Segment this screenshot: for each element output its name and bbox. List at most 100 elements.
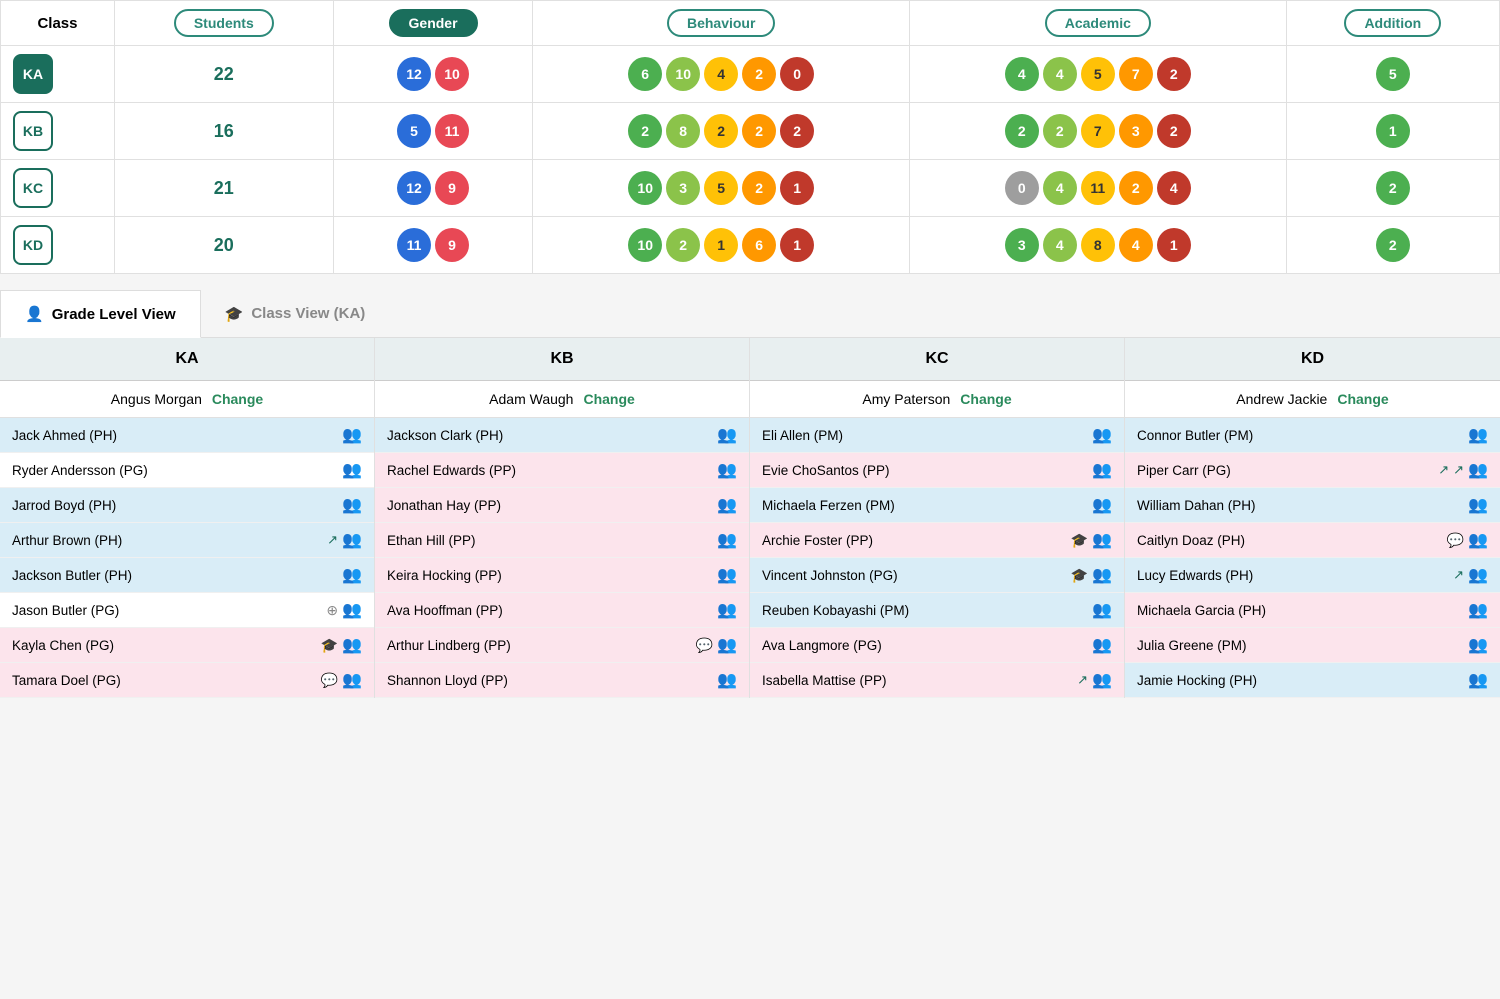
group-icon: 👥 xyxy=(1092,635,1112,655)
student-name: Shannon Lloyd (PP) xyxy=(387,673,508,688)
student-icons: 👥 xyxy=(1092,425,1112,445)
group-icon: 👥 xyxy=(342,425,362,445)
list-item[interactable]: William Dahan (PH) 👥 xyxy=(1125,488,1500,523)
gender-circle: 12 xyxy=(397,171,431,205)
gender-btn[interactable]: Gender xyxy=(389,9,478,37)
list-item[interactable]: Vincent Johnston (PG)🎓👥 xyxy=(750,558,1124,593)
gender-header[interactable]: Gender xyxy=(333,1,533,46)
list-item[interactable]: Ava Hooffman (PP)👥 xyxy=(375,593,749,628)
list-item[interactable]: Ava Langmore (PG)👥 xyxy=(750,628,1124,663)
group-icon: 👥 xyxy=(1092,460,1112,480)
group-icon: 👥 xyxy=(342,600,362,620)
group-icon: 👥 xyxy=(1092,565,1112,585)
list-item[interactable]: Michaela Garcia (PH)👥 xyxy=(1125,593,1500,628)
list-item[interactable]: Julia Greene (PM)👥 xyxy=(1125,628,1500,663)
behaviour-circle: 8 xyxy=(666,114,700,148)
list-item[interactable]: Arthur Lindberg (PP)💬👥 xyxy=(375,628,749,663)
list-item[interactable]: Tamara Doel (PG)💬👥 xyxy=(0,663,374,698)
list-item[interactable]: Jamie Hocking (PH)👥 xyxy=(1125,663,1500,698)
student-name: William Dahan (PH) xyxy=(1137,498,1256,513)
group-icon: 👥 xyxy=(717,495,737,515)
list-item[interactable]: Jason Butler (PG) ⊕👥 xyxy=(0,593,374,628)
list-item[interactable]: Jonathan Hay (PP)👥 xyxy=(375,488,749,523)
student-name: Ethan Hill (PP) xyxy=(387,533,476,548)
group-icon: 👥 xyxy=(342,460,362,480)
group-icon: 👥 xyxy=(1468,495,1488,515)
behaviour-circle: 6 xyxy=(742,228,776,262)
group-icon: 👥 xyxy=(342,635,362,655)
list-item[interactable]: Piper Carr (PG)↗↗👥 xyxy=(1125,453,1500,488)
student-count: 16 xyxy=(214,121,234,141)
list-item[interactable]: Eli Allen (PM)👥 xyxy=(750,418,1124,453)
student-name: Ava Hooffman (PP) xyxy=(387,603,503,618)
list-item[interactable]: Jackson Butler (PH) 👥 xyxy=(0,558,374,593)
list-item[interactable]: Connor Butler (PM)👥 xyxy=(1125,418,1500,453)
behaviour-circle: 2 xyxy=(666,228,700,262)
group-icon: 👥 xyxy=(342,565,362,585)
academic-btn[interactable]: Academic xyxy=(1045,9,1151,37)
student-name: Jackson Butler (PH) xyxy=(12,568,132,583)
list-item[interactable]: Jarrod Boyd (PH) 👥 xyxy=(0,488,374,523)
gender-circle: 11 xyxy=(435,114,469,148)
change-link[interactable]: Change xyxy=(212,391,263,407)
list-item[interactable]: Evie ChoSantos (PP)👥 xyxy=(750,453,1124,488)
behaviour-circle: 1 xyxy=(780,171,814,205)
list-item[interactable]: Archie Foster (PP)🎓👥 xyxy=(750,523,1124,558)
additional-btn[interactable]: Addition xyxy=(1344,9,1441,37)
student-icons: 👥 xyxy=(1468,670,1488,690)
student-icons: 🎓👥 xyxy=(321,635,362,655)
group-icon: 👥 xyxy=(1092,495,1112,515)
gender-circle: 9 xyxy=(435,228,469,262)
gender-circle: 11 xyxy=(397,228,431,262)
group-icon: 👥 xyxy=(717,635,737,655)
student-name: Jason Butler (PG) xyxy=(12,603,119,618)
list-item[interactable]: Michaela Ferzen (PM)👥 xyxy=(750,488,1124,523)
chat-icon: 💬 xyxy=(1447,532,1464,549)
academic-circle: 2 xyxy=(1119,171,1153,205)
teacher-row: Adam Waugh Change xyxy=(375,381,749,418)
academic-header[interactable]: Academic xyxy=(910,1,1287,46)
students-header[interactable]: Students xyxy=(114,1,333,46)
list-item[interactable]: Ethan Hill (PP) 👥 xyxy=(375,523,749,558)
behaviour-header[interactable]: Behaviour xyxy=(533,1,910,46)
list-item[interactable]: Lucy Edwards (PH)↗👥 xyxy=(1125,558,1500,593)
academic-circle: 3 xyxy=(1005,228,1039,262)
list-item[interactable]: Rachel Edwards (PP)👥 xyxy=(375,453,749,488)
change-link[interactable]: Change xyxy=(960,391,1011,407)
arrow-diag-icon: ↗ xyxy=(1077,672,1088,688)
student-name: Arthur Brown (PH) xyxy=(12,533,122,548)
tab-class-view[interactable]: 🎓 Class View (KA) xyxy=(201,290,390,337)
list-item[interactable]: Caitlyn Doaz (PH)💬👥 xyxy=(1125,523,1500,558)
student-icons: 💬👥 xyxy=(696,635,737,655)
list-item[interactable]: Isabella Mattise (PP)↗👥 xyxy=(750,663,1124,698)
group-icon: 👥 xyxy=(342,495,362,515)
tab-grade-level[interactable]: 👤 Grade Level View xyxy=(0,290,201,338)
student-name: Jarrod Boyd (PH) xyxy=(12,498,116,513)
academic-circle: 7 xyxy=(1119,57,1153,91)
list-item[interactable]: Ryder Andersson (PG)👥 xyxy=(0,453,374,488)
student-icons: 👥 xyxy=(1092,600,1112,620)
student-icons: 👥 xyxy=(1468,600,1488,620)
additional-header[interactable]: Addition xyxy=(1286,1,1499,46)
list-item[interactable]: Kayla Chen (PG)🎓👥 xyxy=(0,628,374,663)
list-item[interactable]: Keira Hocking (PP)👥 xyxy=(375,558,749,593)
list-item[interactable]: Reuben Kobayashi (PM)👥 xyxy=(750,593,1124,628)
student-icons: 👥 xyxy=(1468,495,1488,515)
change-link[interactable]: Change xyxy=(1337,391,1388,407)
group-icon: 👥 xyxy=(1468,565,1488,585)
group-icon: 👥 xyxy=(717,530,737,550)
student-icons: 👥 xyxy=(717,425,737,445)
list-item[interactable]: Jack Ahmed (PH)👥 xyxy=(0,418,374,453)
behaviour-circle: 2 xyxy=(704,114,738,148)
grade-col-header: KB xyxy=(375,338,749,381)
group-icon: 👥 xyxy=(717,565,737,585)
list-item[interactable]: Arthur Brown (PH)↗👥 xyxy=(0,523,374,558)
behaviour-btn[interactable]: Behaviour xyxy=(667,9,775,37)
change-link[interactable]: Change xyxy=(583,391,634,407)
plus-icon: ⊕ xyxy=(326,602,338,619)
bottom-section: 👤 Grade Level View 🎓 Class View (KA) KA … xyxy=(0,290,1500,698)
students-btn[interactable]: Students xyxy=(174,9,274,37)
list-item[interactable]: Jackson Clark (PH)👥 xyxy=(375,418,749,453)
list-item[interactable]: Shannon Lloyd (PP)👥 xyxy=(375,663,749,698)
group-icon: 👥 xyxy=(717,425,737,445)
